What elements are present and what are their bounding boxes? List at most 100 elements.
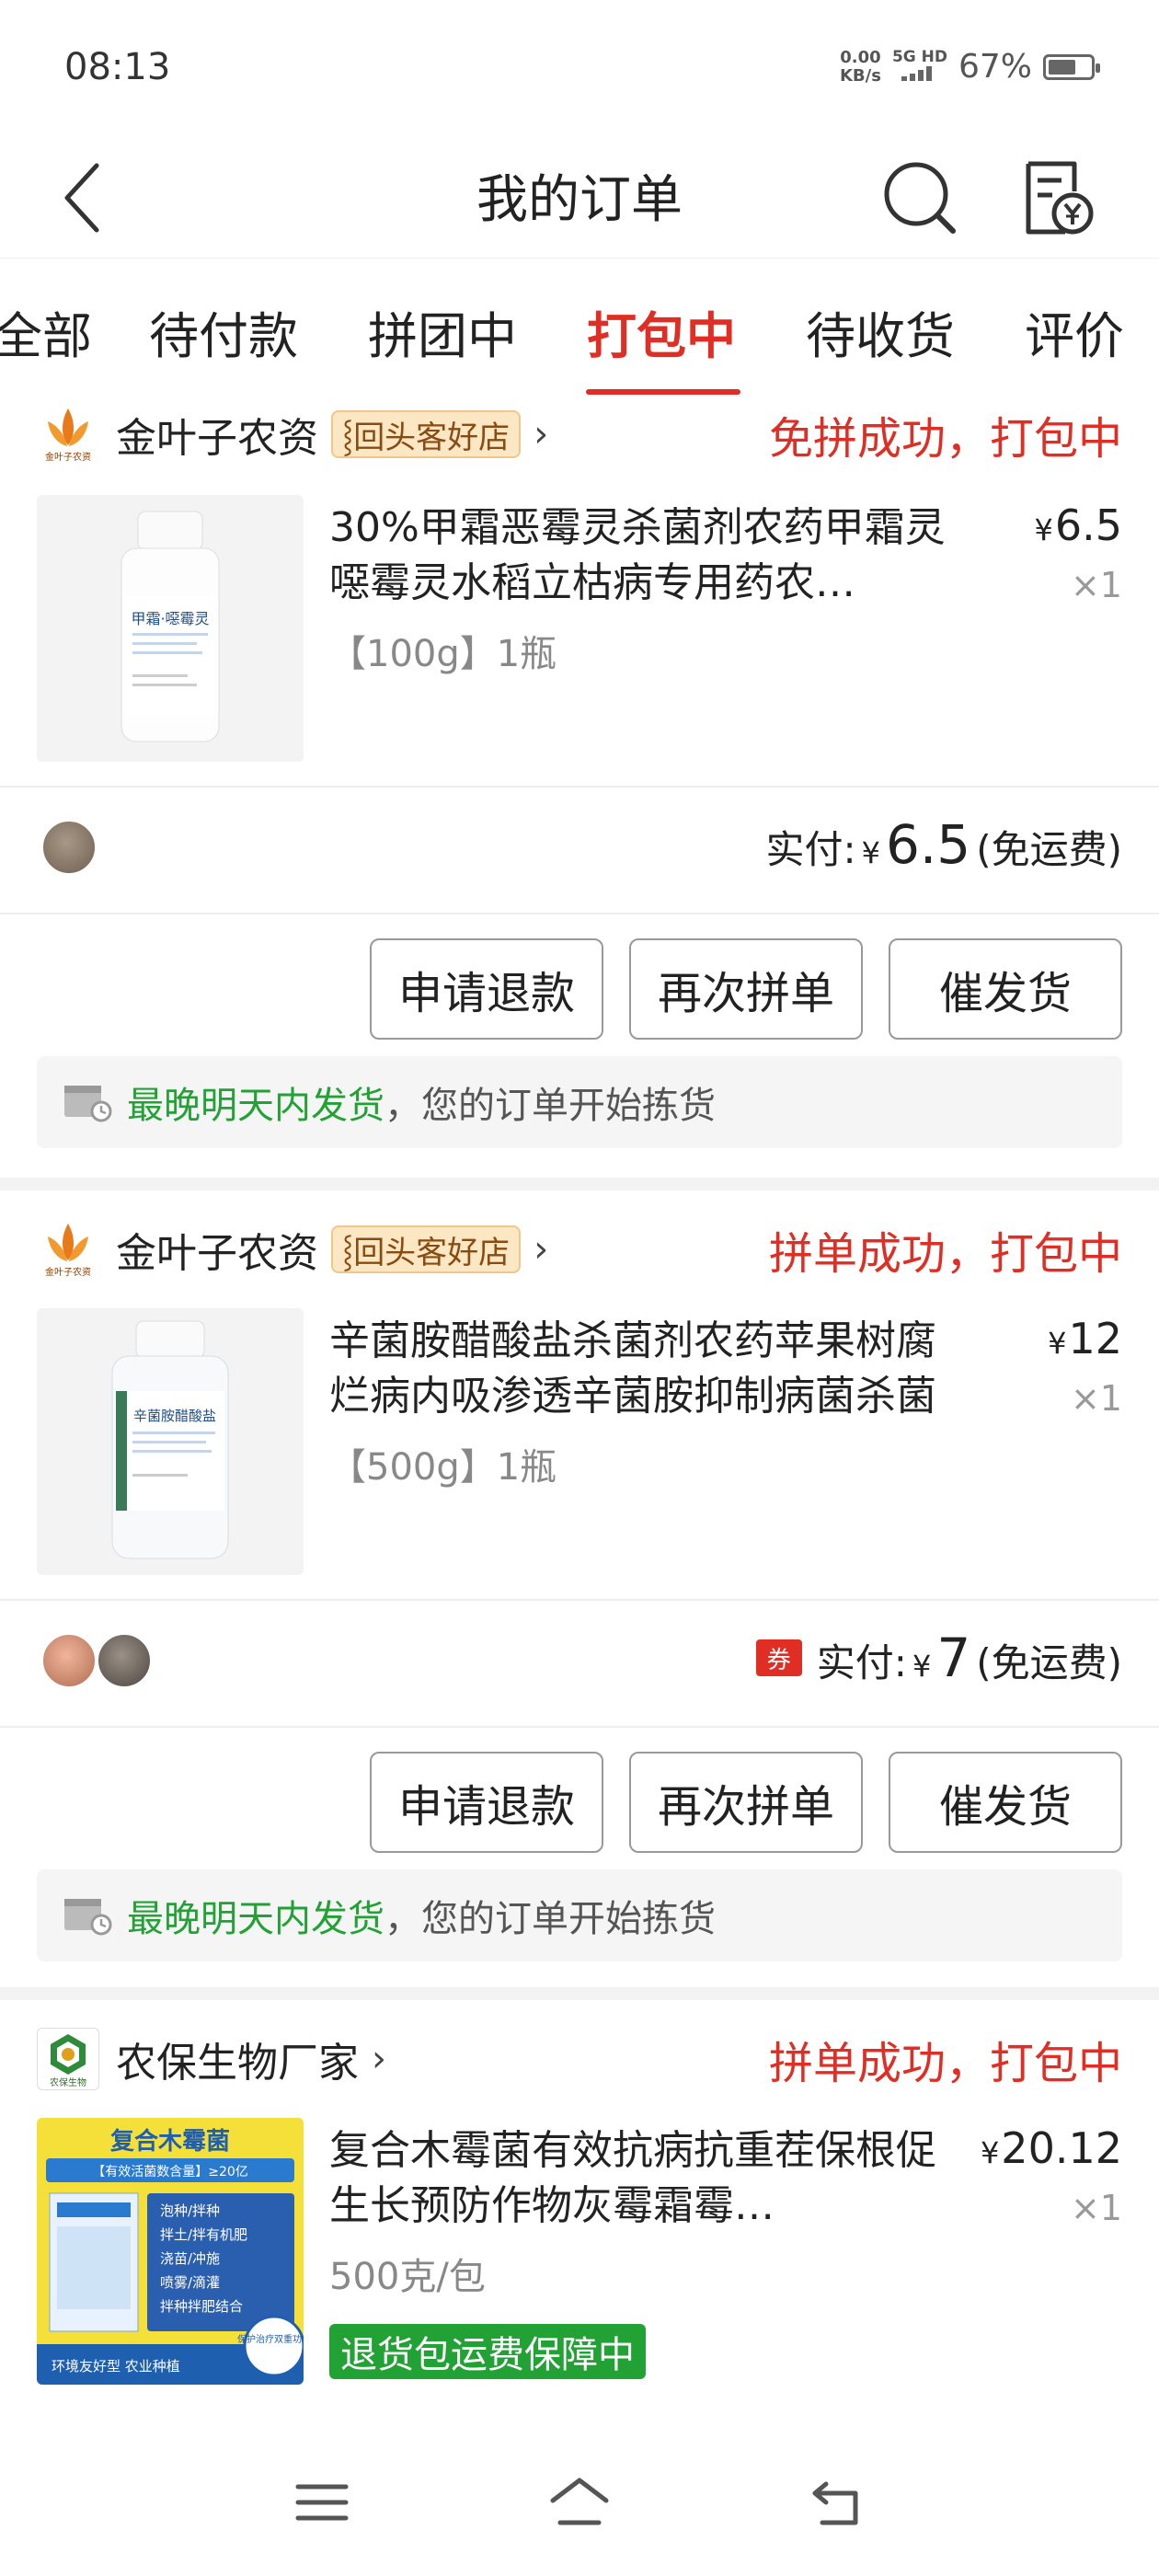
product-package-icon: 复合木霉菌 【有效活菌数含量】≥20亿 泡种/拌种 拌土/拌有机肥 浇苗/冲施 … bbox=[37, 2118, 304, 2385]
total-currency: ¥ bbox=[912, 1649, 932, 1684]
tab-packing[interactable]: 打包中 bbox=[587, 295, 736, 368]
tab-all[interactable]: 全部 bbox=[0, 295, 92, 368]
urge-shipment-button[interactable]: 催发货 bbox=[889, 1752, 1122, 1853]
ship-text: ，您的订单开始拣货 bbox=[384, 1898, 716, 1940]
status-time: 08:13 bbox=[64, 46, 171, 88]
product-price: ¥12 bbox=[1048, 1314, 1122, 1363]
divider bbox=[0, 1726, 1159, 1728]
svg-text:金叶子农资: 金叶子农资 bbox=[45, 1266, 91, 1278]
product-spec: 500克/包 bbox=[329, 2256, 486, 2298]
regroup-button[interactable]: 再次拼单 bbox=[629, 1752, 863, 1853]
svg-text:泡种/拌种: 泡种/拌种 bbox=[160, 2202, 220, 2219]
shop-row[interactable]: 金叶子农资 金叶子农资 ⸾ 回头客好店 › 拼单成功，打包中 bbox=[37, 1213, 1122, 1286]
signal-bars-icon bbox=[901, 66, 932, 81]
chevron-right-icon: › bbox=[534, 1228, 549, 1271]
product-image[interactable]: 甲霜·噁霉灵 bbox=[37, 495, 304, 762]
urge-shipment-button[interactable]: 催发货 bbox=[889, 938, 1122, 1040]
divider bbox=[0, 1599, 1159, 1601]
bottle-image-icon: 辛菌胺醋酸盐 bbox=[37, 1308, 304, 1575]
product-title[interactable]: 辛菌胺醋酸盐杀菌剂农药苹果树腐烂病内吸渗透辛菌胺抑制病菌杀菌 bbox=[329, 1314, 964, 1424]
shop-name: 农保生物厂家 bbox=[116, 2040, 359, 2087]
package-clock-icon bbox=[63, 1895, 112, 1936]
package-clock-icon bbox=[63, 1082, 112, 1122]
shop-badge: ⸾ 回头客好店 bbox=[331, 410, 522, 458]
shop-badge-text: 回头客好店 bbox=[353, 1234, 511, 1271]
shipping-guarantee-badge: 退货包运费保障中 bbox=[329, 2324, 646, 2379]
price-value: 20.12 bbox=[1001, 2123, 1122, 2173]
status-bar: 08:13 0.00 KB/s 5G HD 67% bbox=[0, 0, 1159, 138]
shop-logo: 金叶子农资 bbox=[37, 403, 99, 466]
leaf-logo-icon: 金叶子农资 bbox=[45, 408, 91, 463]
tab-pending-receipt[interactable]: 待收货 bbox=[806, 295, 955, 368]
order-status: 免拼成功，打包中 bbox=[768, 413, 1122, 465]
battery-percent: 67% bbox=[958, 48, 1032, 86]
receipt-yen-icon bbox=[1026, 161, 1094, 235]
product-spec: 【100g】1瓶 bbox=[329, 633, 557, 675]
shop-row[interactable]: 农保生物 农保生物厂家 › 拼单成功，打包中 bbox=[37, 2022, 1122, 2096]
order-card: 金叶子农资 金叶子农资 ⸾ 回头客好店 › 免拼成功，打包中 甲霜·噁霉灵 30%… bbox=[0, 397, 1159, 1178]
svg-text:保护治疗双重功效: 保护治疗双重功效 bbox=[237, 2333, 304, 2345]
svg-text:复合木霉菌: 复合木霉菌 bbox=[110, 2127, 230, 2156]
shop-logo: 农保生物 bbox=[37, 2028, 99, 2090]
order-tabs: 全部 待付款 拼团中 打包中 待收货 评价 bbox=[0, 258, 1159, 397]
badge-mark-icon: ⸾ bbox=[342, 418, 354, 454]
chevron-right-icon: › bbox=[372, 2038, 386, 2080]
product-spec: 【500g】1瓶 bbox=[329, 1446, 557, 1489]
svg-text:拌种拌肥结合: 拌种拌肥结合 bbox=[160, 2298, 243, 2315]
bill-button[interactable] bbox=[1012, 152, 1104, 244]
shop-badge-text: 回头客好店 bbox=[353, 419, 511, 456]
product-title[interactable]: 30%甲霜恶霉灵杀菌剂农药甲霜灵噁霉灵水稻立枯病专用药农… bbox=[329, 500, 964, 611]
shop-row[interactable]: 金叶子农资 金叶子农资 ⸾ 回头客好店 › 免拼成功，打包中 bbox=[37, 397, 1122, 471]
total-label: 实付: bbox=[765, 827, 856, 872]
price-currency: ¥ bbox=[980, 2135, 1000, 2170]
section-divider bbox=[0, 1987, 1159, 2000]
product-image[interactable]: 辛菌胺醋酸盐 bbox=[37, 1308, 304, 1575]
menu-icon bbox=[295, 2484, 349, 2521]
search-button[interactable] bbox=[874, 152, 966, 244]
net-speed-unit: KB/s bbox=[839, 65, 881, 86]
status-indicators: 0.00 KB/s 5G HD 67% bbox=[839, 48, 1100, 86]
section-divider bbox=[0, 1178, 1159, 1190]
coupon-tag: 券 bbox=[755, 1639, 802, 1676]
ship-deadline: 最晚明天内发货 bbox=[127, 1085, 384, 1127]
divider bbox=[0, 913, 1159, 914]
order-status: 拼单成功，打包中 bbox=[768, 2038, 1122, 2089]
battery-icon bbox=[1043, 53, 1100, 80]
total-amount: 6.5 bbox=[885, 813, 971, 876]
total-currency: ¥ bbox=[861, 835, 880, 870]
svg-text:辛菌胺醋酸盐: 辛菌胺醋酸盐 bbox=[133, 1408, 216, 1424]
shop-name: 金叶子农资 bbox=[116, 1230, 318, 1277]
product-title[interactable]: 复合木霉菌有效抗病抗重茬保根促生长预防作物灰霉霜霉… bbox=[329, 2123, 964, 2234]
tab-pending-payment[interactable]: 待付款 bbox=[149, 295, 298, 368]
shipping-note: (免运费) bbox=[976, 1640, 1122, 1685]
tab-review[interactable]: 评价 bbox=[1025, 295, 1124, 368]
system-back-button[interactable] bbox=[782, 2456, 892, 2548]
price-value: 6.5 bbox=[1054, 500, 1122, 550]
back-icon bbox=[812, 2481, 858, 2525]
total-label: 实付: bbox=[816, 1640, 907, 1685]
shipping-notice: 最晚明天内发货 ，您的订单开始拣货 bbox=[37, 1056, 1122, 1148]
regroup-button[interactable]: 再次拼单 bbox=[629, 938, 863, 1040]
avatar bbox=[40, 1632, 98, 1689]
home-icon bbox=[550, 2478, 609, 2525]
refund-button[interactable]: 申请退款 bbox=[370, 938, 603, 1040]
svg-text:拌土/拌有机肥: 拌土/拌有机肥 bbox=[160, 2226, 247, 2243]
shop-logo: 金叶子农资 bbox=[37, 1218, 99, 1281]
shipping-note: (免运费) bbox=[976, 827, 1122, 872]
menu-button[interactable] bbox=[267, 2456, 377, 2548]
total-amount: 7 bbox=[936, 1627, 971, 1689]
refund-button[interactable]: 申请退款 bbox=[370, 1752, 603, 1853]
product-image[interactable]: 复合木霉菌 【有效活菌数含量】≥20亿 泡种/拌种 拌土/拌有机肥 浇苗/冲施 … bbox=[37, 2118, 304, 2385]
product-price: ¥20.12 bbox=[981, 2123, 1122, 2173]
svg-text:环境友好型 农业种植: 环境友好型 农业种植 bbox=[52, 2358, 180, 2375]
divider bbox=[0, 786, 1159, 788]
nongbao-logo-icon: 农保生物 bbox=[50, 2034, 86, 2088]
net-speed: 0.00 KB/s bbox=[839, 48, 881, 86]
system-nav-bar bbox=[0, 2429, 1159, 2576]
home-button[interactable] bbox=[524, 2456, 635, 2548]
chevron-right-icon: › bbox=[534, 413, 549, 455]
battery-fill bbox=[1049, 59, 1075, 75]
order-status: 拼单成功，打包中 bbox=[768, 1228, 1122, 1280]
ship-text: ，您的订单开始拣货 bbox=[384, 1085, 716, 1127]
tab-group-buying[interactable]: 拼团中 bbox=[368, 295, 517, 368]
